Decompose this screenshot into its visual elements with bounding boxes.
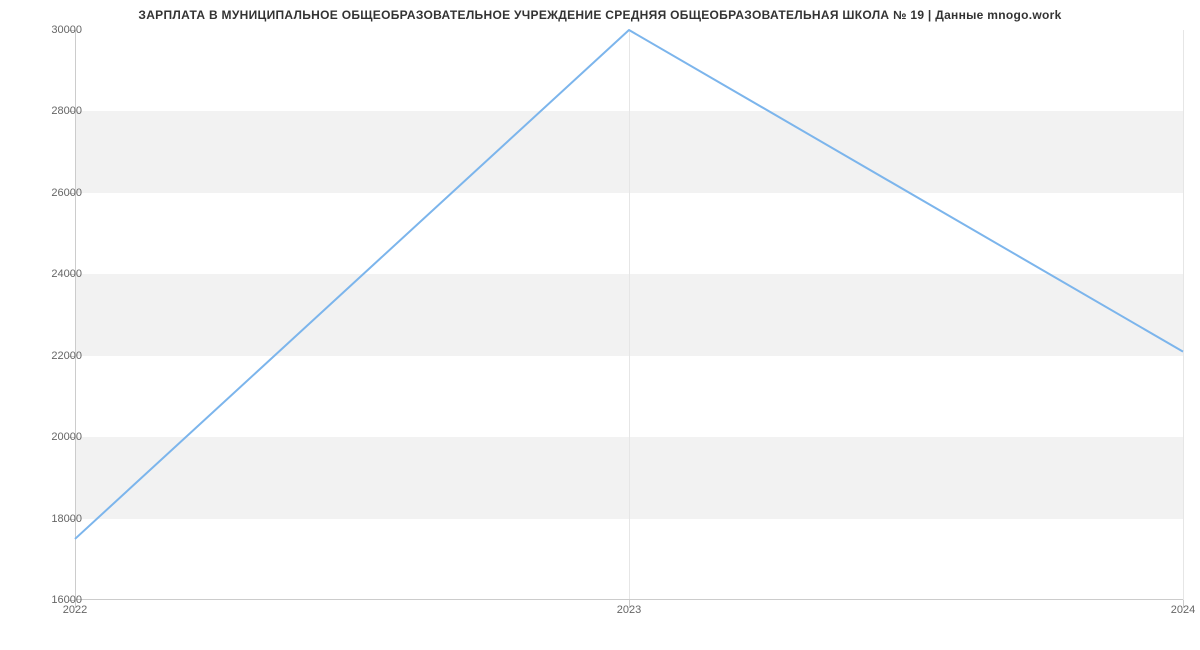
chart-plot-area [75, 30, 1183, 600]
line-series [75, 30, 1183, 600]
y-tick-label: 30000 [22, 24, 82, 36]
y-tick-label: 22000 [22, 350, 82, 362]
x-tick-label: 2023 [617, 604, 641, 616]
gridline-vertical [1183, 30, 1184, 600]
x-tick-label: 2024 [1171, 604, 1195, 616]
chart-title: ЗАРПЛАТА В МУНИЦИПАЛЬНОЕ ОБЩЕОБРАЗОВАТЕЛ… [0, 0, 1200, 22]
y-tick-label: 20000 [22, 431, 82, 443]
y-tick-label: 28000 [22, 105, 82, 117]
y-tick-label: 24000 [22, 268, 82, 280]
y-tick-label: 18000 [22, 513, 82, 525]
x-tick-label: 2022 [63, 604, 87, 616]
y-tick-label: 26000 [22, 187, 82, 199]
